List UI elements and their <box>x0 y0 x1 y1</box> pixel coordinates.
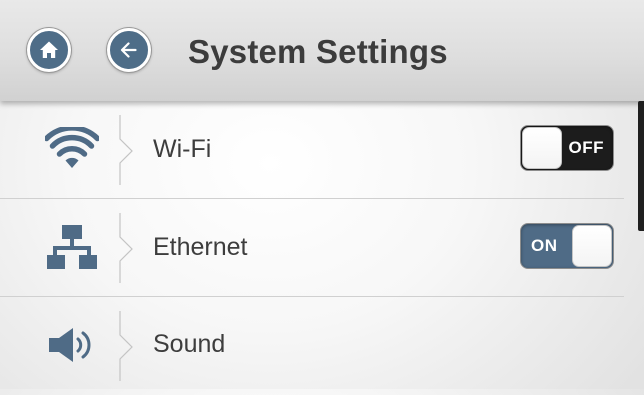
settings-list: Wi-Fi OFF Ethernet ON Sound <box>0 101 644 389</box>
arrow-left-icon <box>120 42 137 58</box>
toggle-knob <box>522 127 562 169</box>
toggle-state-text: ON <box>531 236 558 255</box>
chevron-right-icon <box>119 213 133 283</box>
setting-row-sound[interactable]: Sound <box>0 297 644 395</box>
home-icon <box>40 41 58 58</box>
speaker-icon <box>32 317 112 373</box>
setting-row-ethernet[interactable]: Ethernet ON <box>0 199 644 297</box>
setting-label-sound: Sound <box>153 330 226 358</box>
wifi-toggle[interactable]: OFF <box>520 125 614 171</box>
setting-label-wifi: Wi-Fi <box>153 135 212 163</box>
setting-row-wifi[interactable]: Wi-Fi OFF <box>0 101 644 199</box>
chevron-right-icon <box>119 311 133 381</box>
wifi-icon <box>32 121 112 177</box>
header-bar: System Settings <box>0 0 644 101</box>
page-title: System Settings <box>188 33 448 70</box>
toggle-state-text: OFF <box>568 138 604 157</box>
chevron-right-icon <box>119 115 133 185</box>
home-button[interactable] <box>27 28 71 72</box>
setting-label-ethernet: Ethernet <box>153 233 248 261</box>
toggle-knob <box>572 225 612 267</box>
ethernet-toggle[interactable]: ON <box>520 223 614 269</box>
network-icon <box>32 219 112 275</box>
back-button[interactable] <box>107 28 151 72</box>
scrollbar-thumb[interactable] <box>638 101 644 231</box>
